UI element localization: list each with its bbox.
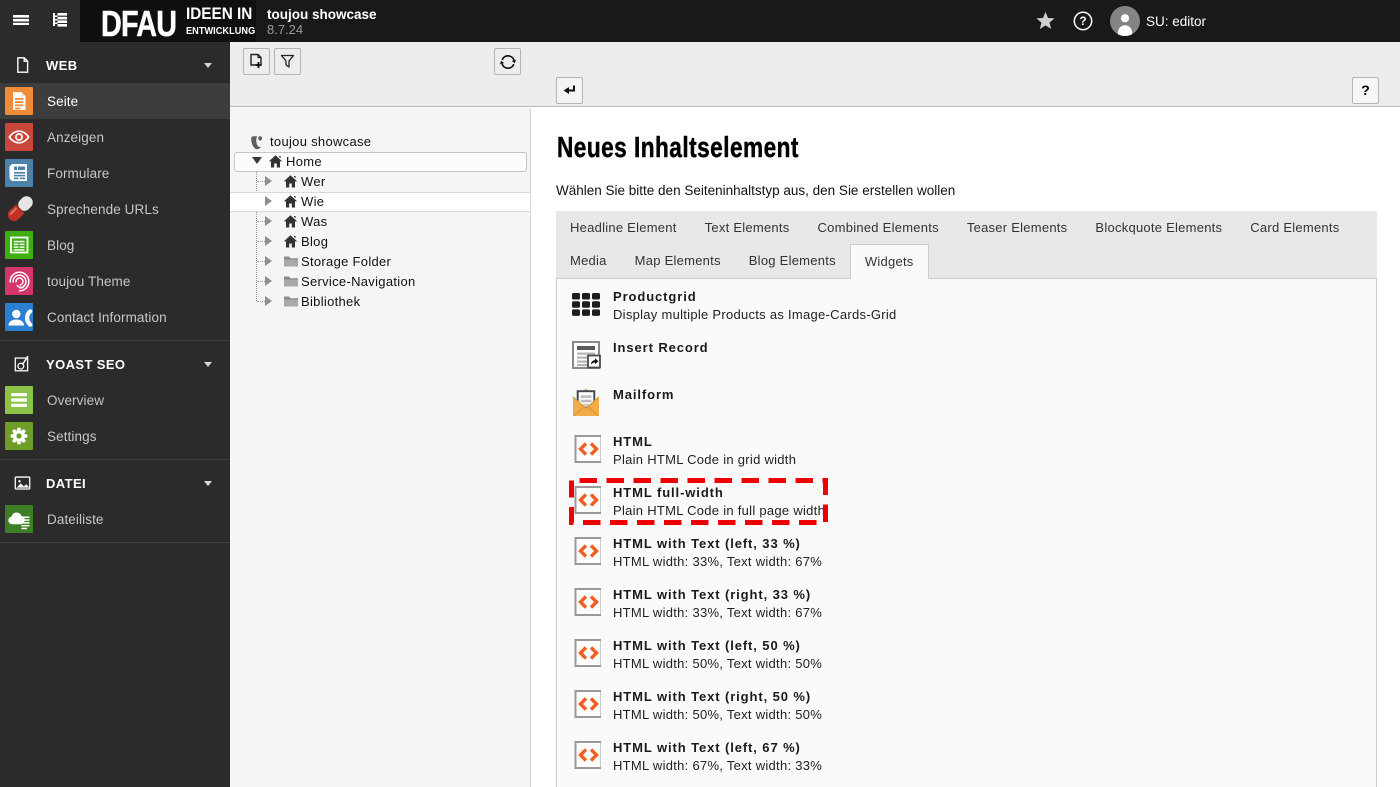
svg-text:?: ? xyxy=(1079,16,1086,28)
